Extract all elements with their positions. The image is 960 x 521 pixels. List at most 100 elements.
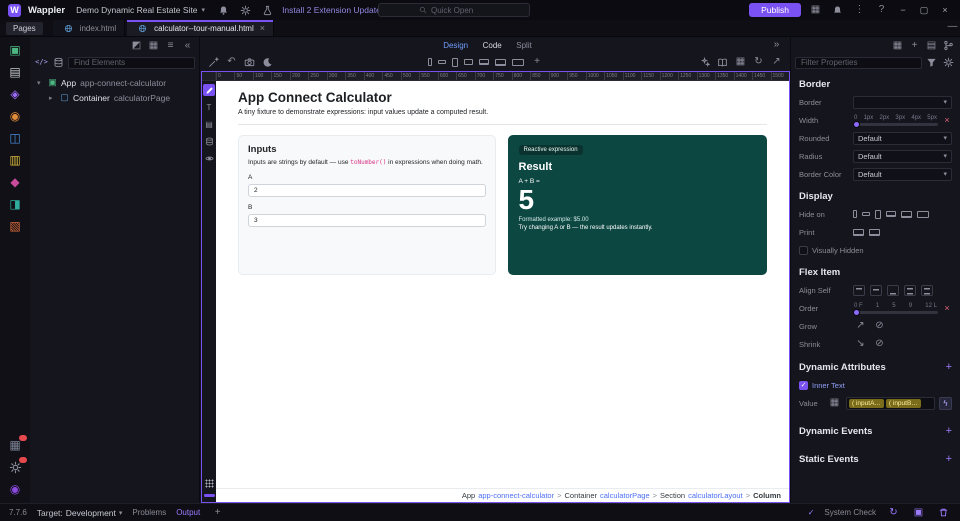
inner-text-checkbox[interactable]: ✓ <box>799 381 808 390</box>
database-icon[interactable] <box>51 56 66 70</box>
breadcrumb-id[interactable]: calculatorPage <box>600 491 650 500</box>
clear-order-icon[interactable]: × <box>942 303 952 313</box>
settings-panel-icon[interactable] <box>7 459 24 475</box>
result-card[interactable]: Reactive expression Result A + B = 5 For… <box>508 135 768 275</box>
border-section-title[interactable]: Border <box>791 74 960 93</box>
sidebar-panel-icon-9[interactable]: ▧ <box>7 218 24 234</box>
grid-view-icon[interactable]: ▦ <box>146 39 161 53</box>
docs-panel-icon[interactable]: ▤ <box>924 39 939 53</box>
align-self-center-icon[interactable] <box>870 285 882 296</box>
collapse-panel-icon[interactable]: « <box>180 39 195 53</box>
layout-grid-icon[interactable]: ▦ <box>808 3 823 17</box>
print-hide-icon[interactable] <box>869 229 880 236</box>
filter-icon[interactable] <box>924 56 939 70</box>
layout-grid-icon[interactable]: ▦ <box>890 39 905 53</box>
align-self-start-icon[interactable] <box>853 285 865 296</box>
sidebar-panel-icon-7[interactable]: ◆ <box>7 174 24 190</box>
sidebar-panel-icon-5[interactable]: ◫ <box>7 130 24 146</box>
page-title[interactable]: App Connect Calculator <box>238 90 767 105</box>
rounded-select[interactable]: Default▾ <box>853 132 952 145</box>
preview-tool-icon[interactable] <box>203 152 215 164</box>
output-button[interactable]: Output <box>176 508 200 517</box>
display-section-title[interactable]: Display <box>791 186 960 205</box>
shrink-arrow-icon[interactable]: ↘ <box>853 337 868 351</box>
sidebar-panel-icon-8[interactable]: ◨ <box>7 196 24 212</box>
quick-open-input[interactable] <box>431 6 489 15</box>
palette-icon[interactable]: ◩ <box>129 39 144 53</box>
slider-handle[interactable] <box>853 309 860 316</box>
chevrons-right-icon[interactable]: » <box>769 38 784 52</box>
flex-item-section-title[interactable]: Flex Item <box>791 262 960 281</box>
chevron-down-icon[interactable]: ▾ <box>37 79 44 87</box>
sidebar-panel-icon-1[interactable]: ▣ <box>7 42 24 58</box>
border-color-select[interactable]: Default▾ <box>853 168 952 181</box>
tabbar-overflow-icon[interactable]: — <box>945 20 960 34</box>
find-elements-input[interactable] <box>68 57 195 69</box>
wappler-logo[interactable]: W <box>8 4 21 17</box>
code-view-button[interactable]: Code <box>483 41 502 50</box>
text-tool-icon[interactable]: T <box>203 101 215 113</box>
expression-token[interactable]: ( inputA… <box>849 399 884 408</box>
filter-properties-input[interactable] <box>795 57 922 69</box>
align-self-end-icon[interactable] <box>887 285 899 296</box>
problems-button[interactable]: Problems <box>132 508 166 517</box>
open-in-browser-icon[interactable]: ↗ <box>769 55 784 69</box>
notifications-icon[interactable] <box>830 3 845 17</box>
input-a-field[interactable]: 2 <box>248 184 486 197</box>
close-button[interactable]: × <box>938 5 952 15</box>
pages-button[interactable]: Pages <box>6 22 43 35</box>
maximize-button[interactable]: ▢ <box>917 5 931 16</box>
docs-icon[interactable] <box>715 55 730 69</box>
radius-select[interactable]: Default▾ <box>853 150 952 163</box>
system-check-label[interactable]: System Check <box>824 508 876 517</box>
dark-mode-icon[interactable] <box>260 55 275 69</box>
publish-button[interactable]: Publish <box>749 3 801 17</box>
breadcrumb-item[interactable]: Container <box>564 491 597 500</box>
grid-toggle-icon[interactable]: ▦ <box>733 55 748 69</box>
static-events-section-title[interactable]: Static Events <box>799 454 859 465</box>
sidebar-panel-icon-3[interactable]: ◈ <box>7 86 24 102</box>
breadcrumb-item[interactable]: Column <box>753 491 781 500</box>
minimize-button[interactable]: − <box>896 5 910 15</box>
hide-laptop-icon[interactable] <box>886 211 896 217</box>
tab-calculator-tour-manual-html[interactable]: calculator--tour-manual.html × <box>127 20 274 36</box>
align-self-baseline-icon[interactable] <box>921 285 933 296</box>
add-panel-icon[interactable]: + <box>210 506 225 520</box>
add-dynamic-event-icon[interactable]: + <box>946 425 952 437</box>
code-view-icon[interactable]: </> <box>34 56 49 70</box>
target-selector[interactable]: Target: Development ▾ <box>37 508 123 518</box>
project-selector[interactable]: Demo Dynamic Real Estate Site ▾ <box>72 3 209 17</box>
close-tab-icon[interactable]: × <box>260 23 265 33</box>
hide-phone-icon[interactable] <box>853 210 857 218</box>
inputs-card[interactable]: Inputs Inputs are strings by default — u… <box>238 135 496 275</box>
hide-tablet-icon[interactable] <box>875 210 881 219</box>
branch-icon[interactable] <box>941 39 956 53</box>
add-dynamic-attribute-icon[interactable]: + <box>946 361 952 373</box>
tree-item-app[interactable]: ▾ ▣ App app-connect-calculator <box>32 75 197 90</box>
package-icon[interactable]: ▣ <box>911 506 926 520</box>
device-phone-icon[interactable] <box>428 58 432 66</box>
hide-tv-icon[interactable] <box>917 211 929 218</box>
device-desktop-icon[interactable] <box>495 59 506 66</box>
add-static-event-icon[interactable]: + <box>946 453 952 465</box>
list-view-icon[interactable]: ≡ <box>163 39 178 53</box>
device-tv-icon[interactable] <box>512 59 524 66</box>
hide-phone-landscape-icon[interactable] <box>862 212 870 216</box>
order-slider[interactable]: 0 F15912 L <box>853 303 938 314</box>
border-width-slider[interactable]: 01px2px3px4px5px <box>853 115 938 126</box>
sidebar-panel-icon-2[interactable]: ▤ <box>7 64 24 80</box>
camera-icon[interactable] <box>242 55 257 69</box>
magic-icon[interactable] <box>697 55 712 69</box>
align-self-stretch-icon[interactable] <box>904 285 916 296</box>
breadcrumb-item[interactable]: Section <box>660 491 685 500</box>
wand-icon[interactable] <box>206 55 221 69</box>
design-view-button[interactable]: Design <box>443 41 468 50</box>
input-b-field[interactable]: 3 <box>248 214 486 227</box>
breadcrumb-item[interactable]: App <box>462 491 475 500</box>
visually-hidden-checkbox[interactable] <box>799 246 808 255</box>
hide-desktop-icon[interactable] <box>901 211 912 218</box>
clear-width-icon[interactable]: × <box>942 115 952 125</box>
device-tablet-landscape-icon[interactable] <box>464 59 473 65</box>
kebab-menu-icon[interactable]: ⋮ <box>852 3 867 17</box>
crosshair-icon[interactable]: + <box>907 39 922 53</box>
